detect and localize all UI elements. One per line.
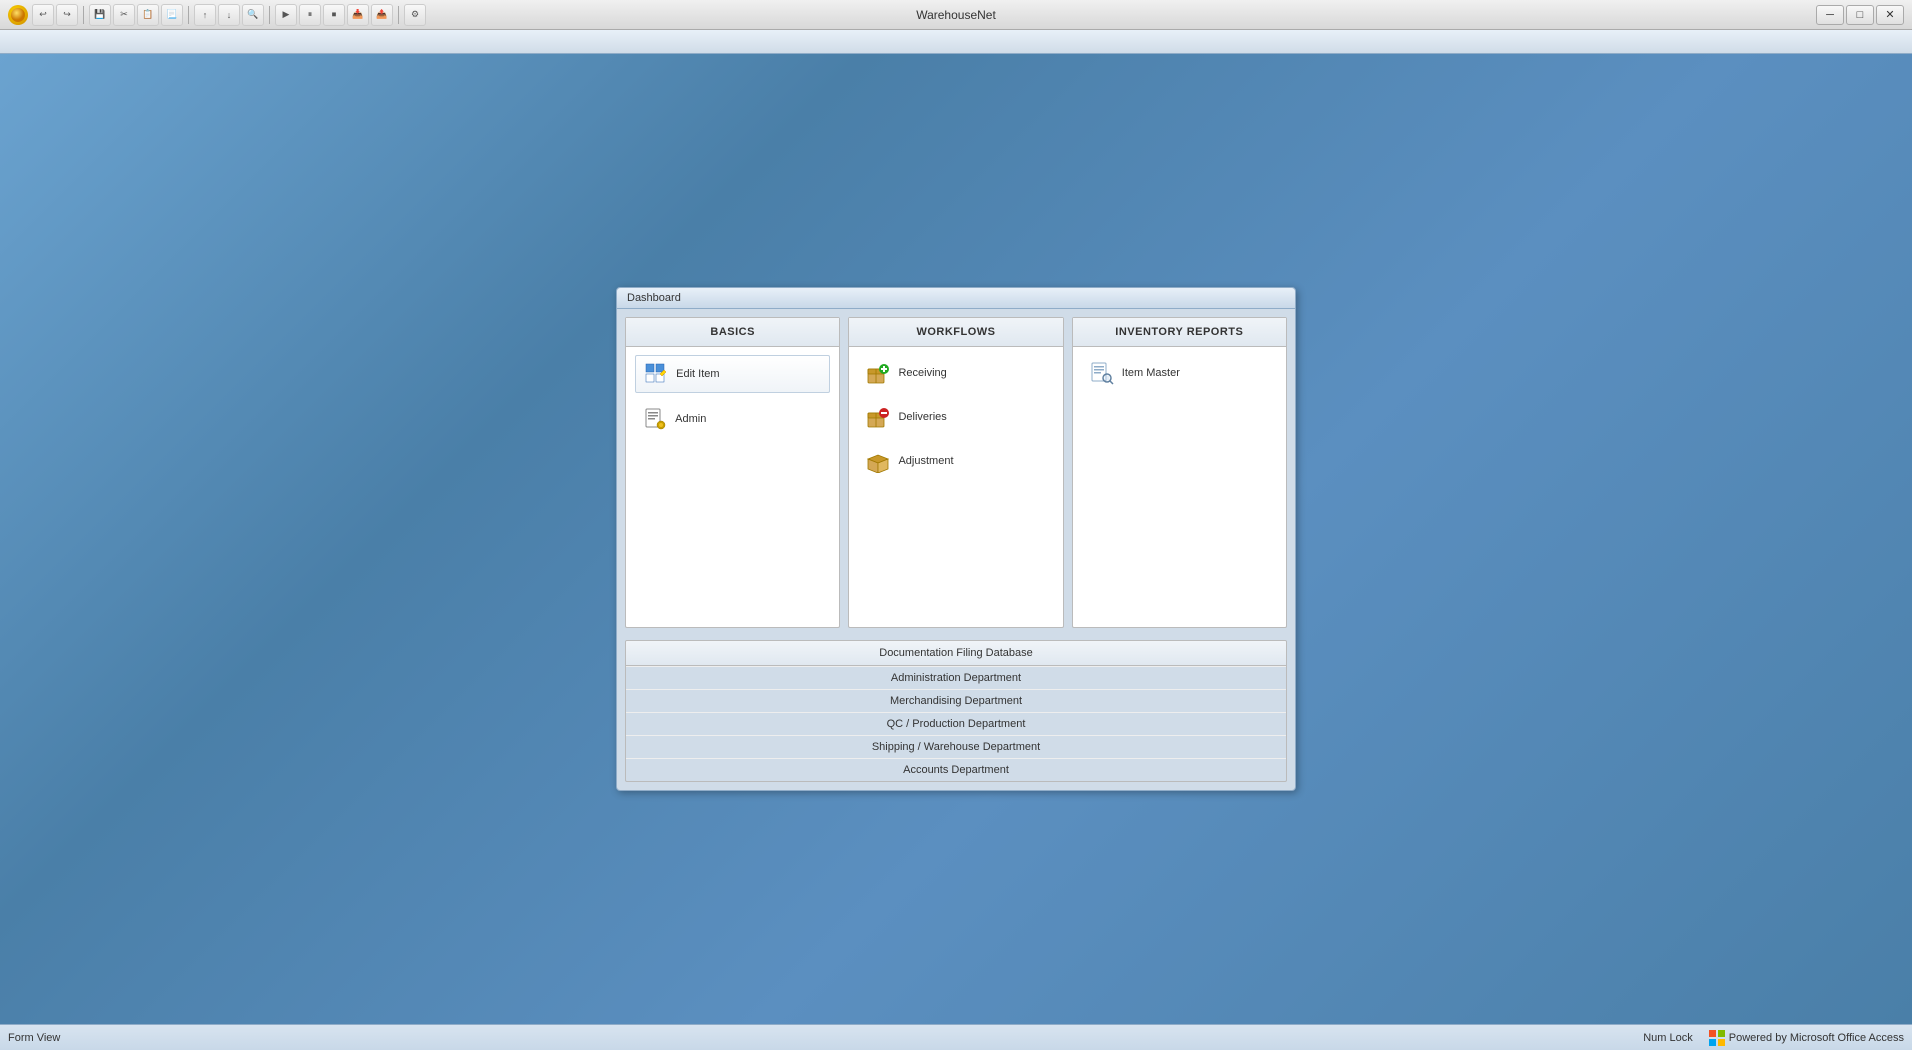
dashboard-panel: Dashboard BASICS <box>616 287 1296 791</box>
status-bar: Form View Num Lock Powered by Microsoft … <box>0 1024 1912 1050</box>
inventory-column: INVENTORY REPORTS <box>1072 317 1287 628</box>
merchandising-dept-item[interactable]: Merchandising Department <box>626 689 1286 712</box>
sort-asc-button[interactable]: ↑ <box>194 4 216 26</box>
deliveries-icon <box>866 405 890 429</box>
main-area: Dashboard BASICS <box>0 54 1912 1024</box>
edit-item-icon <box>644 362 668 386</box>
adjustment-button[interactable]: Adjustment <box>858 443 1053 479</box>
receiving-label: Receiving <box>898 367 946 379</box>
filing-section: Documentation Filing Database Administra… <box>625 640 1287 782</box>
edit-item-label: Edit Item <box>676 368 719 380</box>
inventory-body: Item Master <box>1073 347 1286 627</box>
settings-button[interactable]: ⚙ <box>404 4 426 26</box>
minimize-button[interactable]: ─ <box>1816 5 1844 25</box>
workflows-column: WORKFLOWS <box>848 317 1063 628</box>
workflows-header: WORKFLOWS <box>849 318 1062 347</box>
sort-desc-button[interactable]: ↓ <box>218 4 240 26</box>
filing-header: Documentation Filing Database <box>626 641 1286 666</box>
redo-button[interactable]: ↪ <box>56 4 78 26</box>
separator-2 <box>188 6 189 24</box>
close-button[interactable]: ✕ <box>1876 5 1904 25</box>
inventory-header: INVENTORY REPORTS <box>1073 318 1286 347</box>
title-bar-left: ↩ ↪ 💾 ✂ 📋 📃 ↑ ↓ 🔍 ▶ ⏸ ⏹ 📥 📤 ⚙ <box>8 4 426 26</box>
workflows-body: Receiving <box>849 347 1062 627</box>
admin-label: Admin <box>675 413 706 425</box>
adjustment-label: Adjustment <box>898 455 953 467</box>
powered-label: Powered by Microsoft Office Access <box>1729 1032 1904 1044</box>
receiving-icon <box>866 361 890 385</box>
title-bar: ↩ ↪ 💾 ✂ 📋 📃 ↑ ↓ 🔍 ▶ ⏸ ⏹ 📥 📤 ⚙ WarehouseN… <box>0 0 1912 30</box>
qc-dept-item[interactable]: QC / Production Department <box>626 712 1286 735</box>
app-logo <box>8 5 28 25</box>
edit-item-button[interactable]: Edit Item <box>635 355 830 393</box>
adjustment-icon <box>866 449 890 473</box>
export-button[interactable]: 📤 <box>371 4 393 26</box>
undo-button[interactable]: ↩ <box>32 4 54 26</box>
ribbon <box>0 30 1912 54</box>
deliveries-label: Deliveries <box>898 411 946 423</box>
powered-by: Powered by Microsoft Office Access <box>1709 1030 1904 1046</box>
window-title: WarehouseNet <box>916 8 996 22</box>
step-button[interactable]: ⏸ <box>299 4 321 26</box>
separator-4 <box>398 6 399 24</box>
run-button[interactable]: ▶ <box>275 4 297 26</box>
stop-button[interactable]: ⏹ <box>323 4 345 26</box>
separator-1 <box>83 6 84 24</box>
save-button[interactable]: 💾 <box>89 4 111 26</box>
filter-button[interactable]: 🔍 <box>242 4 264 26</box>
basics-body: Edit Item <box>626 347 839 627</box>
copy-button[interactable]: 📋 <box>137 4 159 26</box>
separator-3 <box>269 6 270 24</box>
maximize-button[interactable]: □ <box>1846 5 1874 25</box>
item-master-icon <box>1090 361 1114 385</box>
admin-icon <box>643 407 667 431</box>
shipping-dept-item[interactable]: Shipping / Warehouse Department <box>626 735 1286 758</box>
paste-button[interactable]: 📃 <box>161 4 183 26</box>
item-master-button[interactable]: Item Master <box>1082 355 1277 391</box>
dashboard-content: BASICS <box>617 309 1295 636</box>
admin-dept-item[interactable]: Administration Department <box>626 666 1286 689</box>
cut-button[interactable]: ✂ <box>113 4 135 26</box>
admin-button[interactable]: Admin <box>635 401 830 437</box>
deliveries-button[interactable]: Deliveries <box>858 399 1053 435</box>
window-controls: ─ □ ✕ <box>1816 5 1904 25</box>
dashboard-title: Dashboard <box>617 288 1295 309</box>
basics-column: BASICS <box>625 317 840 628</box>
numlock-status: Num Lock <box>1643 1032 1693 1044</box>
import-button[interactable]: 📥 <box>347 4 369 26</box>
receiving-button[interactable]: Receiving <box>858 355 1053 391</box>
basics-header: BASICS <box>626 318 839 347</box>
toolbar: ↩ ↪ 💾 ✂ 📋 📃 ↑ ↓ 🔍 ▶ ⏸ ⏹ 📥 📤 ⚙ <box>32 4 426 26</box>
item-master-label: Item Master <box>1122 367 1180 379</box>
status-form-view: Form View <box>8 1032 60 1044</box>
accounts-dept-item[interactable]: Accounts Department <box>626 758 1286 781</box>
status-right: Num Lock Powered by Microsoft Office Acc… <box>1643 1030 1904 1046</box>
